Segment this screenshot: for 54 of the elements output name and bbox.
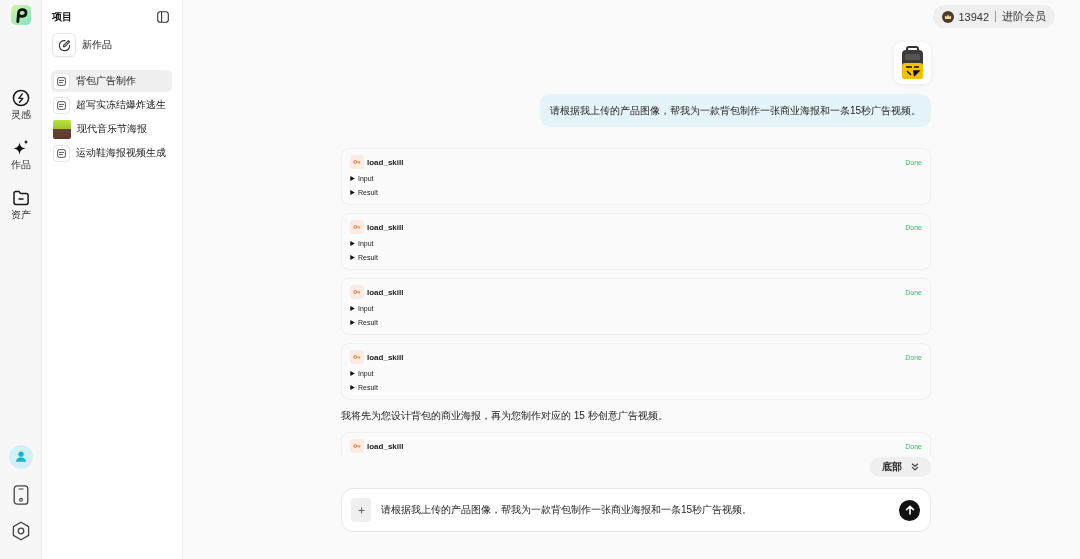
- tool-name: load_skill: [367, 157, 404, 167]
- document-icon: [53, 96, 70, 114]
- sparkle-icon: [11, 139, 30, 157]
- attachment-card[interactable]: [894, 42, 931, 84]
- triangle-icon: [350, 189, 355, 195]
- send-button[interactable]: [899, 499, 920, 521]
- triangle-icon: [350, 240, 355, 246]
- triangle-icon: [350, 370, 355, 376]
- tool-name: load_skill: [367, 441, 404, 451]
- nav-item[interactable]: 作品: [10, 139, 31, 171]
- logo-icon[interactable]: [10, 5, 31, 25]
- key-icon: [350, 439, 364, 453]
- key-icon: [350, 285, 364, 299]
- double-chevron-down-icon: [911, 463, 919, 471]
- membership-label: 进阶会员: [1002, 9, 1046, 24]
- project-item[interactable]: 超写实冻结爆炸逃生: [51, 94, 172, 116]
- sidebar-title: 项目: [52, 10, 72, 24]
- triangle-icon: [350, 319, 355, 325]
- key-icon: [350, 155, 364, 169]
- project-item[interactable]: 背包广告制作: [51, 70, 172, 92]
- lightning-circle-icon: [11, 89, 30, 107]
- nav-item[interactable]: 资产: [10, 189, 31, 221]
- plus-icon: [357, 506, 365, 514]
- document-icon: [53, 144, 70, 162]
- arrow-up-icon: [904, 505, 915, 515]
- tool-name: load_skill: [367, 222, 404, 232]
- membership-badge[interactable]: 13942 进阶会员: [933, 5, 1055, 28]
- phone-icon[interactable]: [12, 485, 29, 505]
- photo-placeholder: [53, 119, 71, 139]
- user-message: 请根据我上传的产品图像，帮我为一款背包制作一张商业海报和一条15秒广告视频。: [539, 94, 931, 127]
- nav-item[interactable]: 灵感: [10, 89, 31, 121]
- key-icon: [350, 220, 364, 234]
- triangle-icon: [350, 254, 355, 260]
- document-icon: [53, 72, 70, 90]
- folder-icon: [11, 189, 30, 207]
- triangle-icon: [350, 175, 355, 181]
- settings-icon[interactable]: [10, 521, 31, 541]
- tool-name: load_skill: [367, 287, 404, 297]
- triangle-icon: [350, 384, 355, 390]
- sidebar-toggle-icon[interactable]: [157, 11, 169, 23]
- triangle-icon: [350, 305, 355, 311]
- scroll-to-bottom-button[interactable]: 底部: [870, 457, 931, 477]
- key-icon: [350, 350, 364, 364]
- tool-name: load_skill: [367, 352, 404, 362]
- crown-coin-icon: [942, 10, 955, 23]
- new-project-button[interactable]: 新作品: [52, 33, 112, 57]
- assistant-message: 我将先为您设计背包的商业海报，再为您制作对应的 15 秒创意广告视频。: [341, 409, 669, 423]
- message-input[interactable]: 请根据我上传的产品图像，帮我为一款背包制作一张商业海报和一条15秒广告视频。: [381, 502, 889, 518]
- project-item[interactable]: 现代音乐节海报: [51, 118, 172, 140]
- points-count: 13942: [958, 10, 989, 23]
- backpack-drawing: [899, 46, 926, 80]
- project-item[interactable]: 运动鞋海报视频生成: [51, 142, 172, 164]
- edit-icon: [52, 33, 76, 57]
- composer-box[interactable]: 请根据我上传的产品图像，帮我为一款背包制作一张商业海报和一条15秒广告视频。: [341, 488, 931, 532]
